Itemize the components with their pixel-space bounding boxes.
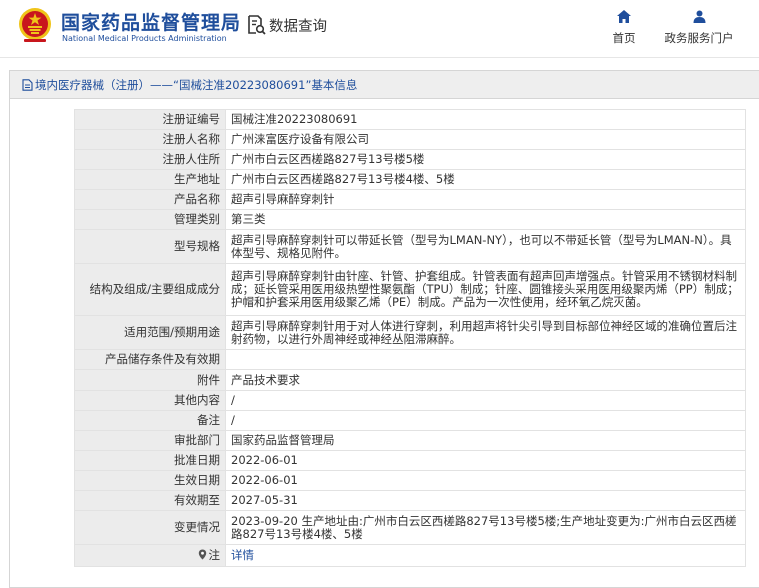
field-label: 管理类别 <box>74 209 226 230</box>
field-label: 生产地址 <box>74 169 226 190</box>
pin-icon <box>198 549 206 560</box>
field-value: 超声引导麻醉穿刺针用于对人体进行穿刺，利用超声将针尖引导到目标部位神经区域的准确… <box>225 315 746 350</box>
field-label: 注册人住所 <box>74 149 226 170</box>
field-value: / <box>225 390 746 411</box>
field-label: 产品名称 <box>74 189 226 210</box>
table-row: 注册人名称 广州涞富医疗设备有限公司 <box>74 129 746 150</box>
org-name-en[interactable]: National Medical Products Administration <box>62 34 227 43</box>
field-label: 备注 <box>74 410 226 431</box>
field-value: 广州市白云区西槎路827号13号楼4楼、5楼 <box>225 169 746 190</box>
table-row: 结构及组成/主要组成成分 超声引导麻醉穿刺针由针座、针管、护套组成。针管表面有超声… <box>74 263 746 316</box>
field-label: 型号规格 <box>74 229 226 264</box>
field-label: 产品储存条件及有效期 <box>74 349 226 370</box>
nav-home-label: 首页 <box>612 31 636 45</box>
field-value: 广州市白云区西槎路827号13号楼5楼 <box>225 149 746 170</box>
field-label: 适用范围/预期用途 <box>74 315 226 350</box>
field-label: 变更情况 <box>74 510 226 545</box>
table-row: 注册人住所 广州市白云区西槎路827号13号楼5楼 <box>74 149 746 170</box>
document-icon <box>22 78 33 91</box>
table-row-note: 注详情 <box>74 544 746 567</box>
table-row: 适用范围/预期用途 超声引导麻醉穿刺针用于对人体进行穿刺，利用超声将针尖引导到目标… <box>74 315 746 350</box>
field-value: 2027-05-31 <box>225 490 746 511</box>
field-label: 生效日期 <box>74 470 226 491</box>
field-label: 注册人名称 <box>74 129 226 150</box>
org-name-cn[interactable]: 国家药品监督管理局 <box>61 8 241 35</box>
nav-service-portal[interactable]: 政务服务门户 <box>659 10 739 46</box>
breadcrumb: 境内医疗器械（注册）——“国械注准20223080691”基本信息 <box>10 71 759 99</box>
nav-service-portal-label: 政务服务门户 <box>664 31 734 45</box>
field-label: 附件 <box>74 369 226 391</box>
table-row: 备注 / <box>74 410 746 431</box>
field-label: 其他内容 <box>74 390 226 411</box>
data-query-link[interactable]: 数据查询 <box>246 13 327 37</box>
home-icon <box>617 10 631 23</box>
field-label: 审批部门 <box>74 430 226 451</box>
note-label: 注 <box>208 548 221 562</box>
field-value: 国家药品监督管理局 <box>225 430 746 451</box>
document-search-icon <box>248 15 266 35</box>
breadcrumb-text: 境内医疗器械（注册）——“国械注准20223080691”基本信息 <box>35 77 358 92</box>
table-row: 批准日期 2022-06-01 <box>74 450 746 471</box>
site-header: 国家药品监督管理局 National Medical Products Admi… <box>0 0 759 58</box>
note-value-cell: 详情 <box>225 544 746 567</box>
field-value: 产品技术要求 <box>225 369 746 391</box>
details-link[interactable]: 详情 <box>231 548 254 562</box>
field-label: 批准日期 <box>74 450 226 471</box>
table-row: 产品名称 超声引导麻醉穿刺针 <box>74 189 746 210</box>
field-value: 广州涞富医疗设备有限公司 <box>225 129 746 150</box>
field-value: 超声引导麻醉穿刺针 <box>225 189 746 210</box>
field-value <box>225 349 746 370</box>
table-row: 产品储存条件及有效期 <box>74 349 746 370</box>
field-label: 结构及组成/主要组成成分 <box>74 263 226 316</box>
user-icon <box>693 10 705 23</box>
data-query-label: 数据查询 <box>269 18 327 35</box>
table-row: 生效日期 2022-06-01 <box>74 470 746 491</box>
national-emblem-icon <box>19 8 51 42</box>
table-row: 变更情况 2023-09-20 生产地址由:广州市白云区西槎路827号13号楼5楼… <box>74 510 746 545</box>
table-row: 有效期至 2027-05-31 <box>74 490 746 511</box>
table-row: 审批部门 国家药品监督管理局 <box>74 430 746 451</box>
field-value: 超声引导麻醉穿刺针由针座、针管、护套组成。针管表面有超声回声增强点。针管采用不锈… <box>225 263 746 316</box>
nav-home[interactable]: 首页 <box>606 10 642 46</box>
table-row: 管理类别 第三类 <box>74 209 746 230</box>
field-label: 有效期至 <box>74 490 226 511</box>
note-label-cell: 注 <box>74 544 226 567</box>
field-value: 超声引导麻醉穿刺针可以带延长管（型号为LMAN-NY），也可以不带延长管（型号为… <box>225 229 746 264</box>
table-row: 其他内容 / <box>74 390 746 411</box>
table-row: 生产地址 广州市白云区西槎路827号13号楼4楼、5楼 <box>74 169 746 190</box>
field-label: 注册证编号 <box>74 109 226 130</box>
registration-info-table: 注册证编号 国械注准20223080691 注册人名称 广州涞富医疗设备有限公司 注册人… <box>74 109 746 567</box>
field-value: 2022-06-01 <box>225 450 746 471</box>
field-value: 2023-09-20 生产地址由:广州市白云区西槎路827号13号楼5楼;生产地… <box>225 510 746 545</box>
detail-panel: 境内医疗器械（注册）——“国械注准20223080691”基本信息 注册证编号国… <box>9 70 759 588</box>
field-value: 国械注准20223080691 <box>225 109 746 130</box>
field-value: 2022-06-01 <box>225 470 746 491</box>
table-row: 型号规格 超声引导麻醉穿刺针可以带延长管（型号为LMAN-NY），也可以不带延长管… <box>74 229 746 264</box>
field-value: / <box>225 410 746 431</box>
field-value: 第三类 <box>225 209 746 230</box>
table-row: 注册证编号 国械注准20223080691 <box>74 109 746 130</box>
table-row: 附件 产品技术要求 <box>74 369 746 391</box>
